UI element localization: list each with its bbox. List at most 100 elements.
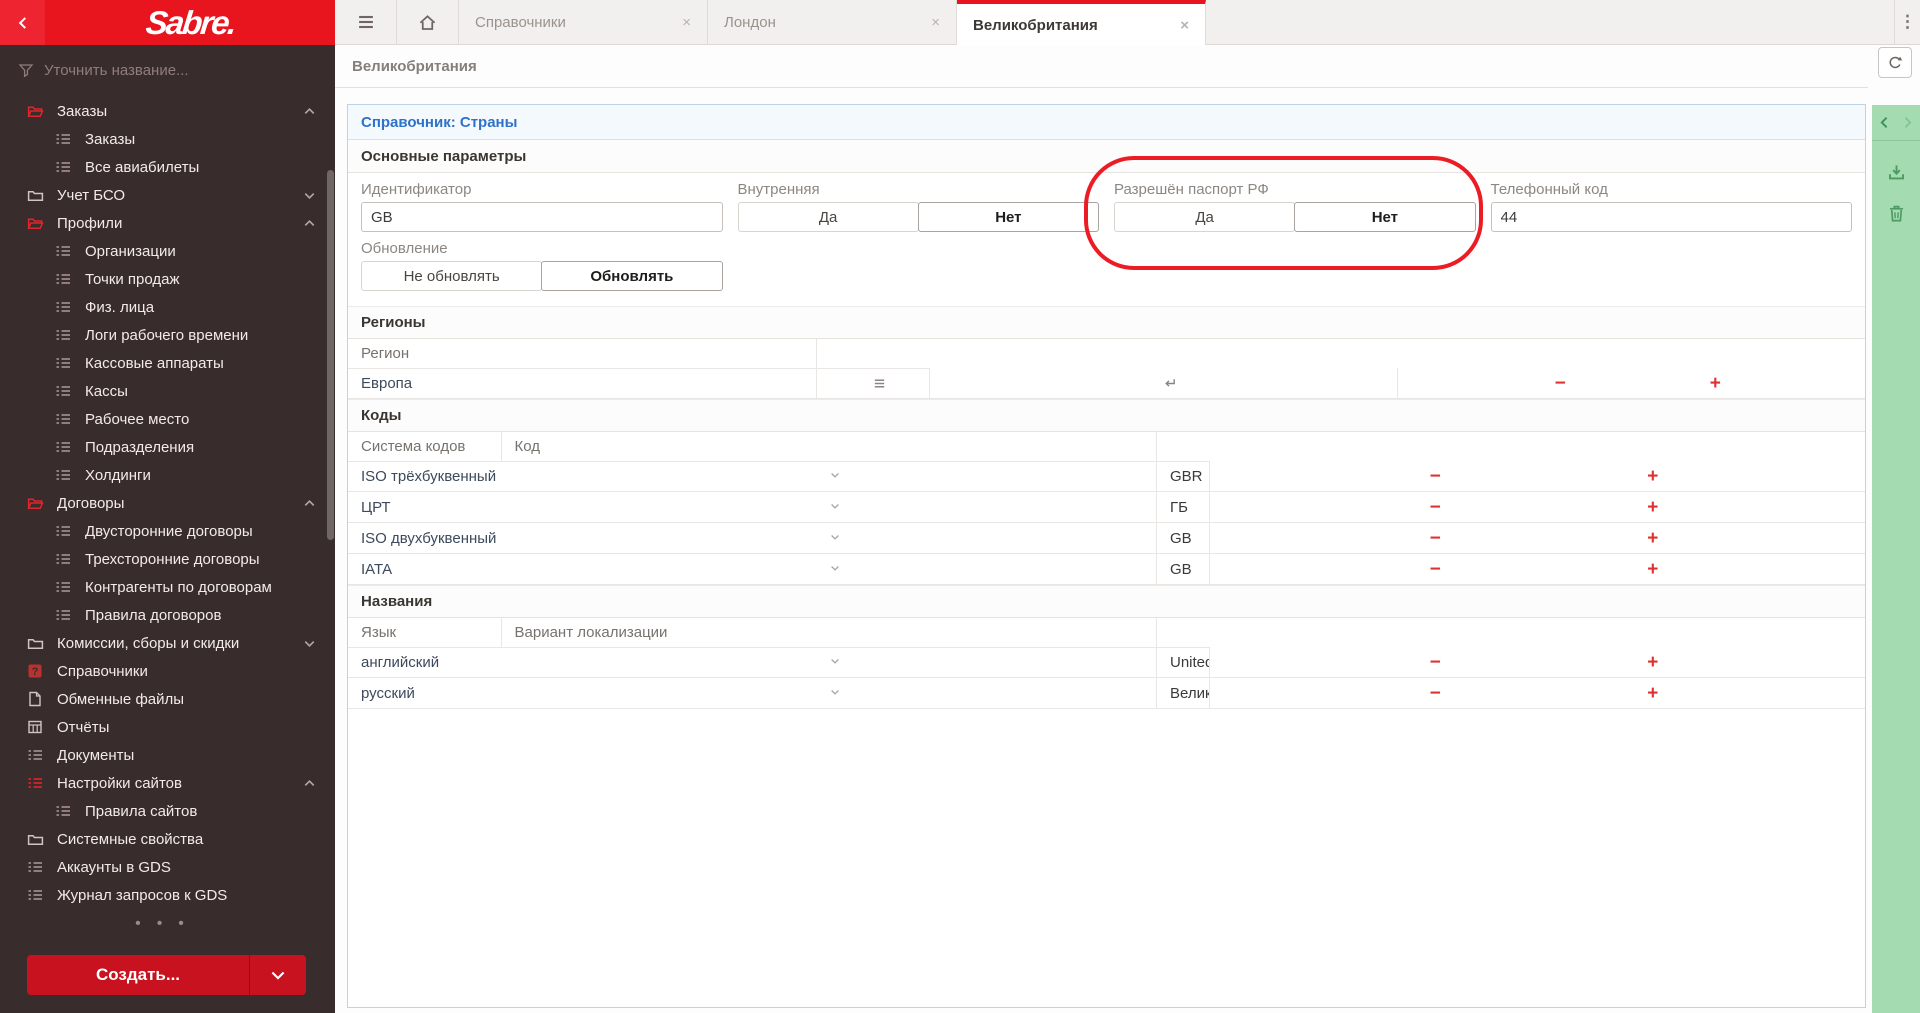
close-icon[interactable]: ×	[931, 14, 940, 31]
sidebar-item-akkaunty-gds[interactable]: Аккаунты в GDS	[0, 853, 335, 881]
sidebar-item-kassy[interactable]: Кассы	[0, 377, 335, 405]
sidebar-item-rabochee-mesto[interactable]: Рабочее место	[0, 405, 335, 433]
sidebar-item-kassovye-apparaty[interactable]: Кассовые аппараты	[0, 349, 335, 377]
sidebar-item-zhurnal-gds[interactable]: Журнал запросов к GDS	[0, 881, 335, 909]
delete-button[interactable]	[1872, 204, 1920, 223]
region-details-button[interactable]	[872, 376, 887, 391]
code-value[interactable]: GBR	[1157, 461, 1210, 492]
collapse-sidebar-button[interactable]	[0, 0, 45, 45]
sidebar-item-komissii[interactable]: Комиссии, сборы и скидки	[0, 629, 335, 657]
create-button[interactable]: Создать...	[27, 955, 306, 995]
create-button-label[interactable]: Создать...	[27, 955, 250, 995]
code-system-select[interactable]: ISO двухбуквенный	[348, 523, 501, 554]
tab-velikobritaniya[interactable]: Великобритания ×	[957, 0, 1206, 46]
chevron-up-icon[interactable]	[302, 776, 317, 791]
chevron-up-icon[interactable]	[302, 104, 317, 119]
update-yes-button[interactable]: Обновлять	[541, 261, 722, 291]
passport-yes-button[interactable]: Да	[1114, 202, 1295, 232]
sidebar-item-trehstoronnie[interactable]: Трехсторонние договоры	[0, 545, 335, 573]
add-code-button[interactable]: +	[1647, 560, 1658, 579]
chevron-up-icon[interactable]	[302, 496, 317, 511]
sidebar-item-holdingi[interactable]: Холдинги	[0, 461, 335, 489]
select-chevron-icon[interactable]	[501, 523, 1157, 554]
internal-yes-button[interactable]: Да	[738, 202, 919, 232]
code-value[interactable]: GB	[1157, 554, 1210, 585]
localization-value[interactable]: Великобритания	[1157, 678, 1210, 709]
save-button[interactable]	[1872, 163, 1920, 182]
passport-no-button[interactable]: Нет	[1294, 202, 1475, 232]
add-code-button[interactable]: +	[1647, 498, 1658, 517]
sidebar-item-organizacii[interactable]: Организации	[0, 237, 335, 265]
select-chevron-icon[interactable]	[501, 554, 1157, 585]
sidebar-item-profili[interactable]: Профили	[0, 209, 335, 237]
select-chevron-icon[interactable]	[501, 647, 1157, 678]
tab-london[interactable]: Лондон ×	[708, 0, 957, 44]
chevron-up-icon[interactable]	[302, 216, 317, 231]
sidebar-item-logi[interactable]: Логи рабочего времени	[0, 321, 335, 349]
sidebar-item-spravochniki[interactable]: Справочники	[0, 657, 335, 685]
remove-name-button[interactable]: −	[1430, 684, 1441, 703]
home-button[interactable]	[397, 0, 459, 44]
sidebar-item-vse-aviabilety[interactable]: Все авиабилеты	[0, 153, 335, 181]
pagination-dots[interactable]: •••	[0, 915, 335, 933]
add-name-button[interactable]: +	[1647, 653, 1658, 672]
region-open-button[interactable]	[1162, 376, 1177, 391]
sidebar-item-tochki-prodazh[interactable]: Точки продаж	[0, 265, 335, 293]
localization-value[interactable]: United Kingdom	[1157, 647, 1210, 678]
language-select[interactable]: английский	[348, 647, 501, 678]
next-record-button[interactable]	[1899, 114, 1916, 131]
sidebar-item-obmennye-fajly[interactable]: Обменные файлы	[0, 685, 335, 713]
select-chevron-icon[interactable]	[501, 678, 1157, 709]
refresh-button[interactable]	[1878, 47, 1912, 78]
code-system-select[interactable]: ISO трёхбуквенный	[348, 461, 501, 492]
sidebar-item-fiz-lica[interactable]: Физ. лица	[0, 293, 335, 321]
sidebar-item-pravila-sajtov[interactable]: Правила сайтов	[0, 797, 335, 825]
sidebar-item-dokumenty[interactable]: Документы	[0, 741, 335, 769]
sidebar-item-nastrojki-sajtov[interactable]: Настройки сайтов	[0, 769, 335, 797]
sidebar-item-kontragenty[interactable]: Контрагенты по договорам	[0, 573, 335, 601]
sidebar-item-pravila-dogovorov[interactable]: Правила договоров	[0, 601, 335, 629]
filter-input[interactable]	[44, 62, 264, 79]
add-code-button[interactable]: +	[1647, 529, 1658, 548]
sidebar-item-uchet-bso[interactable]: Учет БСО	[0, 181, 335, 209]
code-system-select[interactable]: IATA	[348, 554, 501, 585]
overflow-menu-button[interactable]: ⋮	[1894, 0, 1920, 44]
chevron-down-icon[interactable]	[302, 636, 317, 651]
sidebar-item-dvustoronnie[interactable]: Двусторонние договоры	[0, 517, 335, 545]
close-icon[interactable]: ×	[1180, 17, 1189, 34]
create-dropdown-caret[interactable]	[250, 955, 306, 995]
close-icon[interactable]: ×	[682, 14, 691, 31]
remove-code-button[interactable]: −	[1430, 560, 1441, 579]
folder-icon	[27, 187, 44, 204]
language-select[interactable]: русский	[348, 678, 501, 709]
internal-no-button[interactable]: Нет	[918, 202, 1099, 232]
select-chevron-icon[interactable]	[501, 492, 1157, 523]
add-name-button[interactable]: +	[1647, 684, 1658, 703]
identifier-input[interactable]	[361, 202, 723, 232]
sidebar-item-zakazy-sub[interactable]: Заказы	[0, 125, 335, 153]
phone-code-input[interactable]	[1491, 202, 1853, 232]
region-value[interactable]: Европа	[348, 368, 816, 399]
sidebar-item-sistemnye-svojstva[interactable]: Системные свойства	[0, 825, 335, 853]
code-value[interactable]: GB	[1157, 523, 1210, 554]
sidebar-item-dogovory[interactable]: Договоры	[0, 489, 335, 517]
tab-spravochniki[interactable]: Справочники ×	[459, 0, 708, 44]
add-code-button[interactable]: +	[1647, 467, 1658, 486]
remove-region-button[interactable]: −	[1555, 374, 1566, 393]
remove-name-button[interactable]: −	[1430, 653, 1441, 672]
sidebar-scrollbar[interactable]	[327, 170, 334, 540]
code-system-select[interactable]: ЦРТ	[348, 492, 501, 523]
sidebar-item-zakazy[interactable]: Заказы	[0, 97, 335, 125]
menu-button[interactable]	[335, 0, 397, 44]
prev-record-button[interactable]	[1876, 114, 1893, 131]
remove-code-button[interactable]: −	[1430, 467, 1441, 486]
add-region-button[interactable]: +	[1710, 374, 1721, 393]
code-value[interactable]: ГБ	[1157, 492, 1210, 523]
remove-code-button[interactable]: −	[1430, 498, 1441, 517]
sidebar-item-podrazdeleniya[interactable]: Подразделения	[0, 433, 335, 461]
select-chevron-icon[interactable]	[501, 461, 1157, 492]
sidebar-item-otchety[interactable]: Отчёты	[0, 713, 335, 741]
remove-code-button[interactable]: −	[1430, 529, 1441, 548]
chevron-down-icon[interactable]	[302, 188, 317, 203]
update-no-button[interactable]: Не обновлять	[361, 261, 542, 291]
